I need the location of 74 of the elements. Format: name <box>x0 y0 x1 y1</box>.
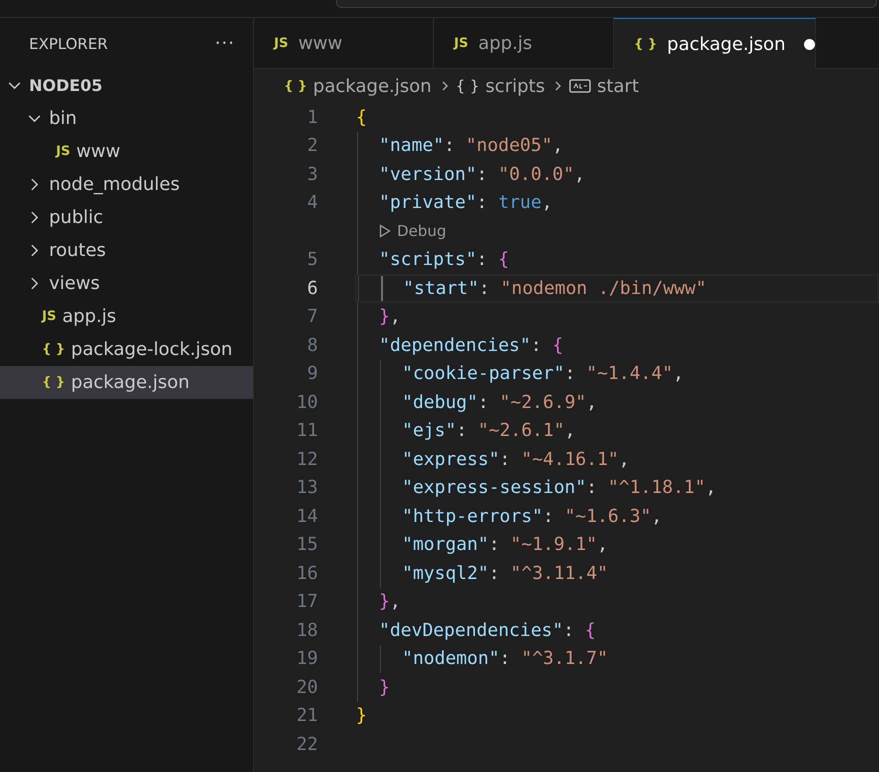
code-line: "dependencies": { <box>378 334 564 356</box>
line-number: 12 <box>295 448 318 470</box>
line-number: 15 <box>295 534 318 556</box>
code-line: "http-errors": "~1.6.3", <box>401 506 662 527</box>
code-line: "express-session": "^1.18.1", <box>401 477 716 498</box>
editor-tab[interactable]: { } package.json <box>614 18 816 69</box>
code-line: "private": true, <box>378 192 552 214</box>
editor-tab[interactable]: JS www <box>254 18 434 69</box>
code-line: } <box>378 676 390 698</box>
command-center-box[interactable] <box>336 0 877 8</box>
code-line: "express": "~4.16.1", <box>401 448 630 470</box>
file-type-icon: { } <box>634 36 658 52</box>
line-number: 21 <box>295 705 318 726</box>
explorer-title: EXPLORER <box>29 34 108 52</box>
code-line: "scripts": { <box>378 249 510 270</box>
tree-item[interactable]: { } package.json <box>0 366 253 399</box>
debug-codelens-link[interactable]: Debug <box>379 222 446 240</box>
code-line: "devDependencies": { <box>378 620 596 641</box>
code-line: "start": "nodemon ./bin/www" <box>402 278 706 299</box>
tree-item[interactable]: public <box>0 201 253 234</box>
tree-item[interactable]: JS www <box>0 135 253 168</box>
line-number: 1 <box>306 106 318 128</box>
code-line: } <box>356 705 367 726</box>
line-number: 10 <box>295 392 318 413</box>
line-number: 9 <box>306 363 318 384</box>
breadcrumb-item[interactable]: start <box>596 76 639 96</box>
line-number: 7 <box>306 306 318 328</box>
file-type-icon: JS <box>42 309 56 324</box>
play-icon <box>379 224 391 238</box>
more-actions-button[interactable]: ··· <box>214 33 235 54</box>
code-line: "mysql2": "^3.11.4" <box>401 562 608 584</box>
line-number: 5 <box>306 249 318 270</box>
line-number: 17 <box>295 591 318 612</box>
breadcrumb-item[interactable]: package.json <box>313 76 432 96</box>
file-type-icon: JS <box>454 36 468 50</box>
tree-item[interactable]: NODE05 <box>0 69 253 102</box>
line-number: 14 <box>295 506 318 527</box>
file-type-icon: { } <box>42 375 66 390</box>
code-line: "cookie-parser": "~1.4.4", <box>401 363 684 384</box>
string-type-icon <box>568 78 591 94</box>
line-number: 13 <box>295 477 318 498</box>
tree-item[interactable]: { } package-lock.json <box>0 333 253 366</box>
braces-icon: { } <box>284 78 308 94</box>
code-line: }, <box>378 591 401 612</box>
code-line: "name": "node05", <box>378 135 564 156</box>
file-type-icon: JS <box>56 144 70 159</box>
tree-item[interactable]: routes <box>0 234 253 267</box>
line-number: 19 <box>295 648 318 670</box>
line-number: 22 <box>295 734 318 755</box>
tree-item[interactable]: JS app.js <box>0 300 253 333</box>
tree-item[interactable]: node_modules <box>0 168 253 201</box>
file-type-icon: JS <box>274 36 288 50</box>
line-number: 18 <box>295 620 318 641</box>
line-number: 3 <box>306 164 318 185</box>
line-number: 6 <box>306 278 318 299</box>
tree-item[interactable]: bin <box>0 102 253 135</box>
code-line: "ejs": "~2.6.1", <box>401 420 576 442</box>
code-line: "version": "0.0.0", <box>378 164 585 185</box>
file-type-icon: { } <box>42 342 66 357</box>
code-line: "nodemon": "^3.1.7" <box>401 648 608 670</box>
code-line: { <box>356 106 367 128</box>
line-number: 8 <box>306 334 318 356</box>
code-line: "debug": "~2.6.9", <box>401 392 598 413</box>
code-line: "morgan": "~1.9.1", <box>401 534 608 556</box>
line-number: 2 <box>306 135 318 156</box>
line-number: 16 <box>295 562 318 584</box>
line-number: 11 <box>295 420 318 442</box>
line-number: 4 <box>306 192 318 214</box>
line-number: 20 <box>295 676 318 698</box>
code-line: }, <box>378 306 401 328</box>
braces-icon: { } <box>456 77 480 95</box>
unsaved-dot-icon <box>804 38 815 50</box>
breadcrumb-item[interactable]: scripts <box>485 76 545 96</box>
tree-item[interactable]: views <box>0 267 253 300</box>
